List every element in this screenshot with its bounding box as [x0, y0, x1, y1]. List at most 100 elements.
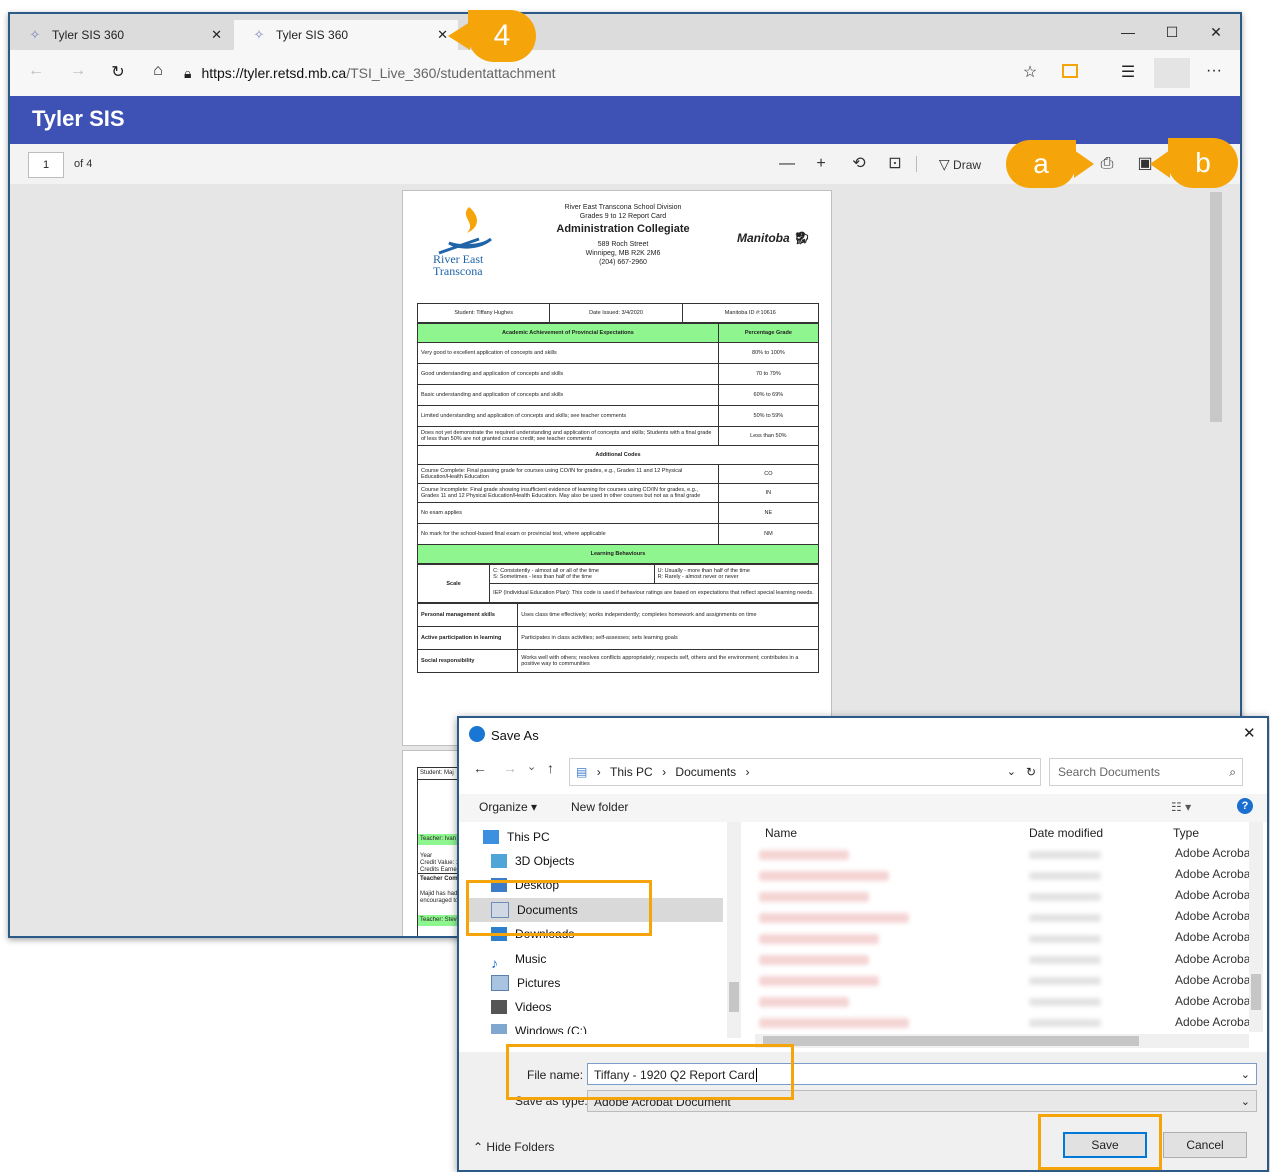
- profile-avatar[interactable]: [1154, 58, 1190, 88]
- recent-dropdown-icon[interactable]: ⌄: [527, 760, 536, 773]
- favorites-icon[interactable]: ☰: [1116, 62, 1140, 82]
- close-window-button[interactable]: ✕: [1196, 18, 1236, 46]
- crumb-documents[interactable]: Documents: [675, 765, 736, 779]
- minimize-button[interactable]: —: [1108, 18, 1148, 46]
- tyler-favicon-icon: ✧: [253, 27, 265, 42]
- home-icon[interactable]: ⌂: [146, 62, 170, 80]
- new-folder-button[interactable]: New folder: [571, 800, 628, 814]
- table-row: Active participation in learning Particip…: [416, 626, 819, 650]
- blurred-date: [1029, 893, 1101, 901]
- tab-close-icon[interactable]: ✕: [437, 27, 448, 43]
- behaviour-name: Active participation in learning: [416, 626, 519, 650]
- code-value: IN: [717, 483, 820, 503]
- percentage-header: Percentage Grade: [717, 323, 820, 343]
- scale-r: R: Rarely - almost never or never: [657, 574, 739, 580]
- toolbar-divider: [916, 156, 917, 172]
- table-row: No exam applies NE: [417, 502, 820, 524]
- col-date-modified[interactable]: Date modified: [1029, 826, 1103, 840]
- blurred-file-name: [759, 850, 849, 860]
- card-title: Grades 9 to 12 Report Card: [579, 213, 667, 220]
- behaviour-desc: Uses class time effectively; works indep…: [517, 603, 819, 627]
- file-name-highlight-box: [506, 1044, 794, 1100]
- scrollbar-thumb[interactable]: [729, 982, 739, 1012]
- breadcrumb[interactable]: ▤ › This PC › Documents › ⌄ ↻: [569, 758, 1041, 786]
- refresh-icon[interactable]: ↻: [1026, 759, 1036, 785]
- up-arrow-icon[interactable]: ↑: [547, 760, 554, 776]
- collections-icon[interactable]: [1062, 64, 1078, 78]
- more-icon[interactable]: ···: [1202, 62, 1226, 80]
- tab-close-icon[interactable]: ✕: [211, 27, 222, 43]
- table-row: Course Incomplete: Final grade showing i…: [417, 483, 820, 503]
- blurred-date: [1029, 935, 1101, 943]
- file-type: Adobe Acroba: [1175, 888, 1251, 902]
- row-desc: Does not yet demonstrate the required un…: [417, 426, 719, 446]
- code-desc: Course Incomplete: Final grade showing i…: [417, 483, 719, 503]
- tab-tyler-sis-1[interactable]: ✧ Tyler SIS 360 ✕: [10, 20, 232, 50]
- nav-3d-objects[interactable]: 3D Objects: [491, 850, 574, 872]
- blurred-date: [1029, 851, 1101, 859]
- tab-tyler-sis-2[interactable]: ✧ Tyler SIS 360 ✕: [234, 20, 458, 50]
- learning-behaviours-header: Learning Behaviours: [417, 544, 819, 564]
- search-input[interactable]: Search Documents ⌕: [1049, 758, 1243, 786]
- dialog-close-icon[interactable]: ✕: [1243, 724, 1256, 742]
- behaviour-desc: Works well with others; resolves conflic…: [517, 649, 819, 673]
- refresh-icon[interactable]: ↻: [106, 62, 130, 82]
- blurred-date: [1029, 998, 1101, 1006]
- favorite-star-icon[interactable]: ☆: [1018, 62, 1042, 82]
- nav-videos[interactable]: Videos: [491, 996, 551, 1018]
- callout-a-pointer: [1074, 150, 1094, 178]
- organize-button[interactable]: Organize ▾: [479, 800, 537, 814]
- help-icon[interactable]: ?: [1237, 798, 1253, 814]
- hide-folders-button[interactable]: ⌃ Hide Folders: [473, 1140, 554, 1154]
- rotate-icon[interactable]: ⟲: [846, 152, 872, 176]
- draw-button[interactable]: ▽ Draw: [930, 152, 990, 177]
- blurred-date: [1029, 872, 1101, 880]
- file-list-vscroll[interactable]: [1249, 822, 1263, 1032]
- page-number-input[interactable]: 1: [28, 152, 64, 178]
- nav-windows-c[interactable]: Windows (C:): [491, 1020, 587, 1034]
- division-name: River East Transcona School Division: [564, 204, 682, 211]
- fit-page-icon[interactable]: ⊡: [882, 152, 908, 176]
- videos-icon: [491, 1000, 507, 1014]
- forward-arrow-icon[interactable]: →: [503, 760, 517, 776]
- cancel-button[interactable]: Cancel: [1163, 1132, 1247, 1158]
- crumb-sep: ›: [745, 765, 750, 779]
- app-title: Tyler SIS: [32, 106, 125, 131]
- file-name-dropdown-icon[interactable]: ⌄: [1241, 1064, 1250, 1086]
- file-list-hscroll[interactable]: [755, 1034, 1249, 1048]
- folder-pane-scrollbar[interactable]: [727, 822, 741, 1038]
- file-type: Adobe Acroba: [1175, 973, 1251, 987]
- school-phone: (204) 667-2960: [599, 259, 647, 266]
- scrollbar-thumb[interactable]: [1251, 974, 1261, 1010]
- maximize-button[interactable]: ☐: [1152, 18, 1192, 46]
- blurred-file-name: [759, 976, 879, 986]
- scrollbar-thumb[interactable]: [763, 1036, 1139, 1046]
- zoom-out-icon[interactable]: —: [774, 152, 800, 176]
- nav-music[interactable]: ♪ Music: [491, 948, 546, 971]
- back-arrow-icon[interactable]: ←: [473, 760, 487, 776]
- nav-this-pc[interactable]: This PC: [483, 826, 550, 848]
- col-type[interactable]: Type: [1173, 826, 1199, 840]
- col-name[interactable]: Name: [765, 826, 797, 840]
- table-row: Course Complete: Final passing grade for…: [417, 464, 820, 484]
- forward-icon[interactable]: →: [66, 62, 90, 80]
- print-icon[interactable]: ⎙: [1094, 152, 1120, 176]
- report-header: River East Transcona School Division Gra…: [523, 203, 723, 267]
- code-value: NM: [717, 523, 820, 545]
- view-options-icon[interactable]: ☷ ▾: [1171, 800, 1191, 814]
- callout-4-pointer: [448, 22, 470, 50]
- folder-icon: ▤: [576, 765, 588, 779]
- row-desc: Basic understanding and application of c…: [417, 384, 719, 406]
- crumb-this-pc[interactable]: This PC: [610, 765, 653, 779]
- table-row: Limited understanding and application of…: [417, 405, 820, 427]
- file-type: Adobe Acroba: [1175, 994, 1251, 1008]
- crumb-dropdown-icon[interactable]: ⌄: [1007, 759, 1016, 785]
- zoom-in-icon[interactable]: +: [808, 152, 834, 176]
- table-row: Personal management skills Uses class tim…: [416, 603, 819, 627]
- nav-pictures[interactable]: Pictures: [491, 972, 560, 994]
- viewer-scrollbar-thumb[interactable]: [1210, 192, 1222, 422]
- nav-label: Windows (C:): [515, 1024, 588, 1034]
- save-type-dropdown-icon[interactable]: ⌄: [1241, 1091, 1250, 1113]
- back-icon[interactable]: ←: [24, 62, 48, 80]
- student-name: Student: Tiffany Hughes: [416, 303, 551, 323]
